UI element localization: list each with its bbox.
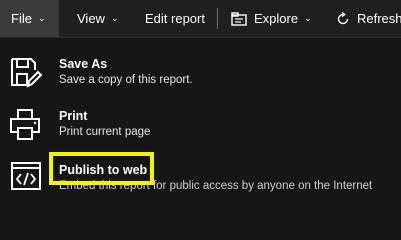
file-menu-button[interactable]: File ⌄: [0, 0, 59, 37]
publish-web-icon: [11, 162, 41, 190]
menu-item-save-as[interactable]: Save As Save a copy of this report.: [0, 48, 401, 100]
menu-item-title: Save As: [59, 57, 108, 71]
publish-highlight-box: [49, 152, 154, 185]
refresh-button[interactable]: Refresh: [336, 0, 401, 37]
explore-menu-button[interactable]: Explore ⌄: [231, 0, 312, 37]
explore-menu-label: Explore: [254, 11, 299, 26]
menu-item-description: Print current page: [59, 126, 151, 138]
chevron-down-icon: ⌄: [110, 13, 119, 23]
save-as-icon: [11, 58, 43, 88]
refresh-icon: [337, 11, 349, 24]
view-menu-button[interactable]: View ⌄: [77, 0, 119, 37]
chevron-down-icon: ⌄: [304, 13, 312, 23]
chevron-down-icon: ⌄: [37, 13, 46, 23]
refresh-label: Refresh: [357, 11, 401, 26]
edit-report-label: Edit report: [145, 11, 205, 26]
edit-report-button[interactable]: Edit report: [145, 0, 205, 37]
view-menu-label: View: [77, 11, 105, 26]
menu-item-print[interactable]: Print Print current page: [0, 100, 401, 152]
explore-icon: [231, 11, 247, 26]
file-menu-label: File: [11, 11, 32, 26]
printer-icon: [10, 109, 40, 140]
menu-item-description: Save a copy of this report.: [59, 74, 193, 86]
menu-divider: [217, 8, 218, 29]
menu-bar: File ⌄ View ⌄ Edit report Explore ⌄ Refr…: [0, 0, 401, 38]
menu-item-title: Print: [59, 109, 88, 123]
